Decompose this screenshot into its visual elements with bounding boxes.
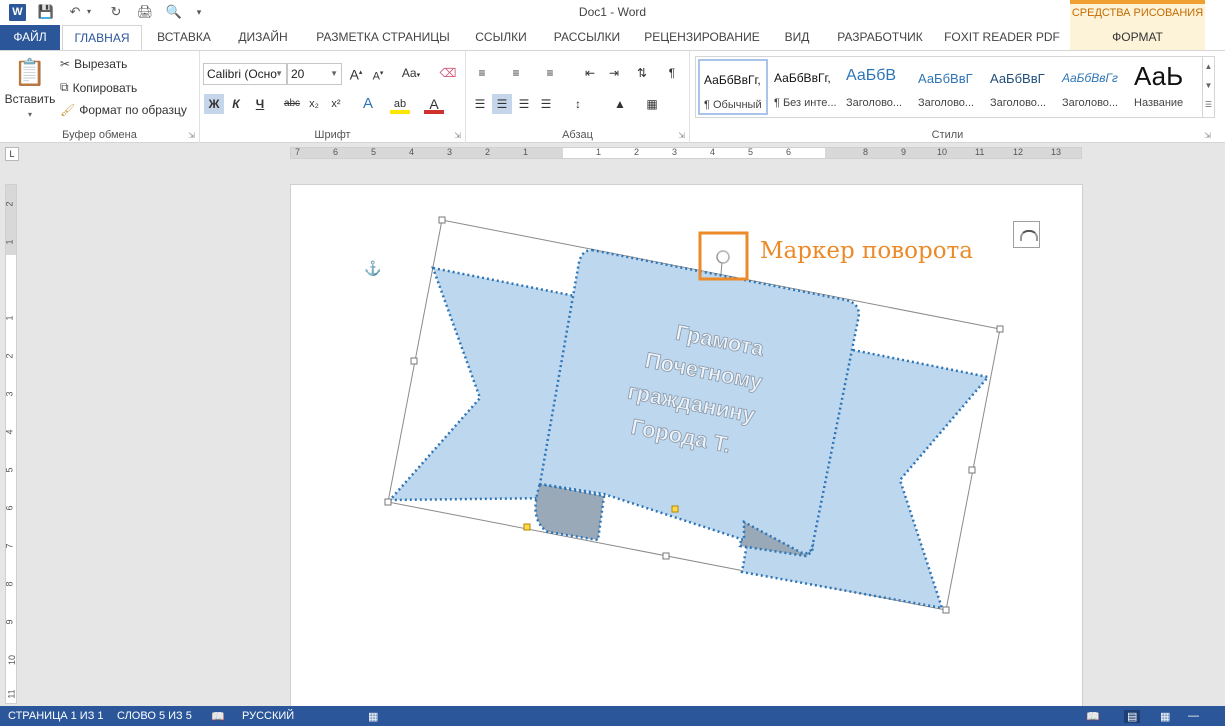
ribbon-shape[interactable]: Грамота Почетному гражданину Города Т.	[384, 216, 1004, 614]
status-bar: СТРАНИЦА 1 ИЗ 1 СЛОВО 5 ИЗ 5 📖 РУССКИЙ ▦…	[0, 706, 1225, 726]
proofing-icon[interactable]: 📖	[211, 710, 225, 723]
resize-handle[interactable]	[942, 606, 950, 614]
resize-handle[interactable]	[410, 357, 418, 365]
resize-handle[interactable]	[384, 498, 392, 506]
zoom-out-icon[interactable]: —	[1188, 710, 1199, 722]
word-count[interactable]: СЛОВО 5 ИЗ 5	[117, 710, 192, 722]
rotation-stem	[720, 261, 723, 275]
language-indicator[interactable]: РУССКИЙ	[242, 710, 294, 722]
resize-handle[interactable]	[996, 325, 1004, 333]
adjust-handle[interactable]	[523, 523, 531, 531]
resize-handle[interactable]	[662, 552, 670, 560]
resize-handle[interactable]	[438, 216, 446, 224]
macro-record-icon[interactable]: ▦	[368, 710, 378, 723]
read-mode-icon[interactable]: 📖	[1086, 710, 1100, 723]
page-count[interactable]: СТРАНИЦА 1 ИЗ 1	[8, 710, 104, 722]
rotation-marker-label: Маркер поворота	[760, 238, 973, 264]
ribbon-shape-canvas: Грамота Почетному гражданину Города Т.	[384, 216, 1004, 614]
adjust-handle[interactable]	[671, 505, 679, 513]
web-layout-icon[interactable]: ▦	[1160, 710, 1170, 723]
resize-handle[interactable]	[968, 466, 976, 474]
print-layout-icon[interactable]: ▤	[1124, 710, 1141, 723]
